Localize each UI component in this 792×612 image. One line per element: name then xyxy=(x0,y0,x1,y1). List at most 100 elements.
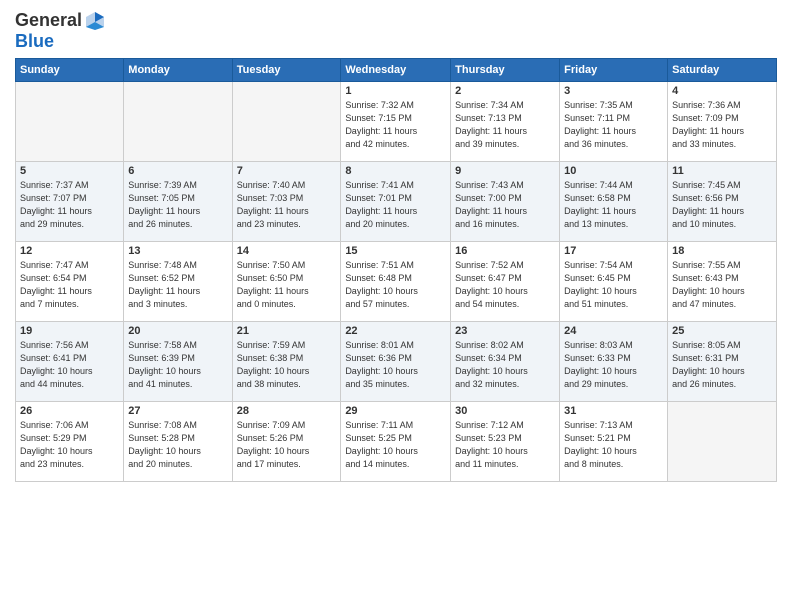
calendar-cell xyxy=(124,82,232,162)
day-info: Sunrise: 7:12 AM Sunset: 5:23 PM Dayligh… xyxy=(455,419,555,471)
calendar-cell: 21Sunrise: 7:59 AM Sunset: 6:38 PM Dayli… xyxy=(232,322,341,402)
day-info: Sunrise: 7:48 AM Sunset: 6:52 PM Dayligh… xyxy=(128,259,227,311)
day-info: Sunrise: 7:47 AM Sunset: 6:54 PM Dayligh… xyxy=(20,259,119,311)
calendar-cell: 27 Sunrise: 7:08 AM Sunset: 5:28 PM Dayli… xyxy=(124,402,232,482)
day-number: 11 xyxy=(672,165,772,177)
day-info: Sunrise: 8:02 AM Sunset: 6:34 PM Dayligh… xyxy=(455,339,555,391)
calendar-week-row: 5 Sunrise: 7:37 AM Sunset: 7:07 PM Daylig… xyxy=(16,162,777,242)
calendar-cell: 8 Sunrise: 7:41 AM Sunset: 7:01 PM Daylig… xyxy=(341,162,451,242)
calendar-cell: 13 Sunrise: 7:48 AM Sunset: 6:52 PM Dayli… xyxy=(124,242,232,322)
calendar-week-row: 26 Sunrise: 7:06 AM Sunset: 5:29 PM Dayli… xyxy=(16,402,777,482)
day-info: Sunrise: 8:01 AM Sunset: 6:36 PM Dayligh… xyxy=(345,339,446,391)
day-number: 25 xyxy=(672,325,772,337)
day-number: 3 xyxy=(564,85,663,97)
day-number: 29 xyxy=(345,405,446,417)
calendar-cell: 4 Sunrise: 7:36 AM Sunset: 7:09 PM Daylig… xyxy=(668,82,777,162)
day-number: 23 xyxy=(455,325,555,337)
day-number: 27 xyxy=(128,405,227,417)
day-info: Sunrise: 7:37 AM Sunset: 7:07 PM Dayligh… xyxy=(20,179,119,231)
day-info: Sunrise: 7:50 AM Sunset: 6:50 PM Dayligh… xyxy=(237,259,337,311)
day-number: 15 xyxy=(345,245,446,257)
calendar-cell: 12 Sunrise: 7:47 AM Sunset: 6:54 PM Dayli… xyxy=(16,242,124,322)
calendar-cell xyxy=(668,402,777,482)
day-number: 19 xyxy=(20,325,119,337)
day-info: Sunrise: 7:44 AM Sunset: 6:58 PM Dayligh… xyxy=(564,179,663,231)
day-info: Sunrise: 7:41 AM Sunset: 7:01 PM Dayligh… xyxy=(345,179,446,231)
logo-general: General xyxy=(15,11,82,31)
calendar-cell: 11 Sunrise: 7:45 AM Sunset: 6:56 PM Dayli… xyxy=(668,162,777,242)
page: General Blue SundayMondayTuesdayWednesda… xyxy=(0,0,792,612)
day-info: Sunrise: 7:45 AM Sunset: 6:56 PM Dayligh… xyxy=(672,179,772,231)
calendar-cell: 1 Sunrise: 7:32 AM Sunset: 7:15 PM Daylig… xyxy=(341,82,451,162)
calendar-weekday-saturday: Saturday xyxy=(668,59,777,82)
day-info: Sunrise: 7:34 AM Sunset: 7:13 PM Dayligh… xyxy=(455,99,555,151)
calendar-table: SundayMondayTuesdayWednesdayThursdayFrid… xyxy=(15,58,777,482)
day-number: 20 xyxy=(128,325,227,337)
calendar-cell xyxy=(16,82,124,162)
day-info: Sunrise: 7:58 AM Sunset: 6:39 PM Dayligh… xyxy=(128,339,227,391)
day-info: Sunrise: 7:13 AM Sunset: 5:21 PM Dayligh… xyxy=(564,419,663,471)
calendar-weekday-sunday: Sunday xyxy=(16,59,124,82)
calendar-cell: 25Sunrise: 8:05 AM Sunset: 6:31 PM Dayli… xyxy=(668,322,777,402)
calendar-cell: 7Sunrise: 7:40 AM Sunset: 7:03 PM Daylig… xyxy=(232,162,341,242)
calendar-cell: 28Sunrise: 7:09 AM Sunset: 5:26 PM Dayli… xyxy=(232,402,341,482)
day-number: 8 xyxy=(345,165,446,177)
header: General Blue xyxy=(15,10,777,52)
day-number: 22 xyxy=(345,325,446,337)
day-number: 6 xyxy=(128,165,227,177)
day-number: 13 xyxy=(128,245,227,257)
day-number: 4 xyxy=(672,85,772,97)
calendar-cell: 18Sunrise: 7:55 AM Sunset: 6:43 PM Dayli… xyxy=(668,242,777,322)
day-info: Sunrise: 7:52 AM Sunset: 6:47 PM Dayligh… xyxy=(455,259,555,311)
calendar-cell: 10Sunrise: 7:44 AM Sunset: 6:58 PM Dayli… xyxy=(560,162,668,242)
day-info: Sunrise: 8:03 AM Sunset: 6:33 PM Dayligh… xyxy=(564,339,663,391)
calendar-cell: 2 Sunrise: 7:34 AM Sunset: 7:13 PM Daylig… xyxy=(451,82,560,162)
calendar-cell: 30Sunrise: 7:12 AM Sunset: 5:23 PM Dayli… xyxy=(451,402,560,482)
day-info: Sunrise: 7:56 AM Sunset: 6:41 PM Dayligh… xyxy=(20,339,119,391)
calendar-cell: 9 Sunrise: 7:43 AM Sunset: 7:00 PM Daylig… xyxy=(451,162,560,242)
day-info: Sunrise: 7:54 AM Sunset: 6:45 PM Dayligh… xyxy=(564,259,663,311)
day-info: Sunrise: 7:32 AM Sunset: 7:15 PM Dayligh… xyxy=(345,99,446,151)
calendar-weekday-monday: Monday xyxy=(124,59,232,82)
day-info: Sunrise: 7:06 AM Sunset: 5:29 PM Dayligh… xyxy=(20,419,119,471)
logo-blue: Blue xyxy=(15,31,54,51)
logo-flag-icon xyxy=(84,10,106,32)
calendar-cell: 29 Sunrise: 7:11 AM Sunset: 5:25 PM Dayli… xyxy=(341,402,451,482)
day-info: Sunrise: 7:59 AM Sunset: 6:38 PM Dayligh… xyxy=(237,339,337,391)
day-number: 5 xyxy=(20,165,119,177)
logo: General Blue xyxy=(15,10,106,52)
calendar-cell: 17Sunrise: 7:54 AM Sunset: 6:45 PM Dayli… xyxy=(560,242,668,322)
calendar-cell: 22 Sunrise: 8:01 AM Sunset: 6:36 PM Dayli… xyxy=(341,322,451,402)
calendar-weekday-friday: Friday xyxy=(560,59,668,82)
day-info: Sunrise: 7:55 AM Sunset: 6:43 PM Dayligh… xyxy=(672,259,772,311)
day-number: 1 xyxy=(345,85,446,97)
day-number: 14 xyxy=(237,245,337,257)
calendar-cell: 24 Sunrise: 8:03 AM Sunset: 6:33 PM Dayli… xyxy=(560,322,668,402)
calendar-cell: 31 Sunrise: 7:13 AM Sunset: 5:21 PM Dayli… xyxy=(560,402,668,482)
calendar-week-row: 1 Sunrise: 7:32 AM Sunset: 7:15 PM Daylig… xyxy=(16,82,777,162)
day-number: 9 xyxy=(455,165,555,177)
calendar-weekday-wednesday: Wednesday xyxy=(341,59,451,82)
calendar-week-row: 12 Sunrise: 7:47 AM Sunset: 6:54 PM Dayli… xyxy=(16,242,777,322)
day-number: 2 xyxy=(455,85,555,97)
calendar-cell: 20 Sunrise: 7:58 AM Sunset: 6:39 PM Dayli… xyxy=(124,322,232,402)
calendar-cell: 6 Sunrise: 7:39 AM Sunset: 7:05 PM Daylig… xyxy=(124,162,232,242)
day-info: Sunrise: 7:51 AM Sunset: 6:48 PM Dayligh… xyxy=(345,259,446,311)
day-number: 26 xyxy=(20,405,119,417)
day-info: Sunrise: 7:36 AM Sunset: 7:09 PM Dayligh… xyxy=(672,99,772,151)
day-info: Sunrise: 7:08 AM Sunset: 5:28 PM Dayligh… xyxy=(128,419,227,471)
calendar-cell: 14 Sunrise: 7:50 AM Sunset: 6:50 PM Dayli… xyxy=(232,242,341,322)
day-info: Sunrise: 7:11 AM Sunset: 5:25 PM Dayligh… xyxy=(345,419,446,471)
day-info: Sunrise: 7:43 AM Sunset: 7:00 PM Dayligh… xyxy=(455,179,555,231)
day-number: 28 xyxy=(237,405,337,417)
calendar-cell: 3Sunrise: 7:35 AM Sunset: 7:11 PM Daylig… xyxy=(560,82,668,162)
calendar-cell xyxy=(232,82,341,162)
day-number: 31 xyxy=(564,405,663,417)
day-number: 16 xyxy=(455,245,555,257)
day-info: Sunrise: 7:39 AM Sunset: 7:05 PM Dayligh… xyxy=(128,179,227,231)
day-number: 12 xyxy=(20,245,119,257)
calendar-cell: 19 Sunrise: 7:56 AM Sunset: 6:41 PM Dayli… xyxy=(16,322,124,402)
calendar-cell: 23 Sunrise: 8:02 AM Sunset: 6:34 PM Dayli… xyxy=(451,322,560,402)
day-number: 7 xyxy=(237,165,337,177)
day-number: 24 xyxy=(564,325,663,337)
